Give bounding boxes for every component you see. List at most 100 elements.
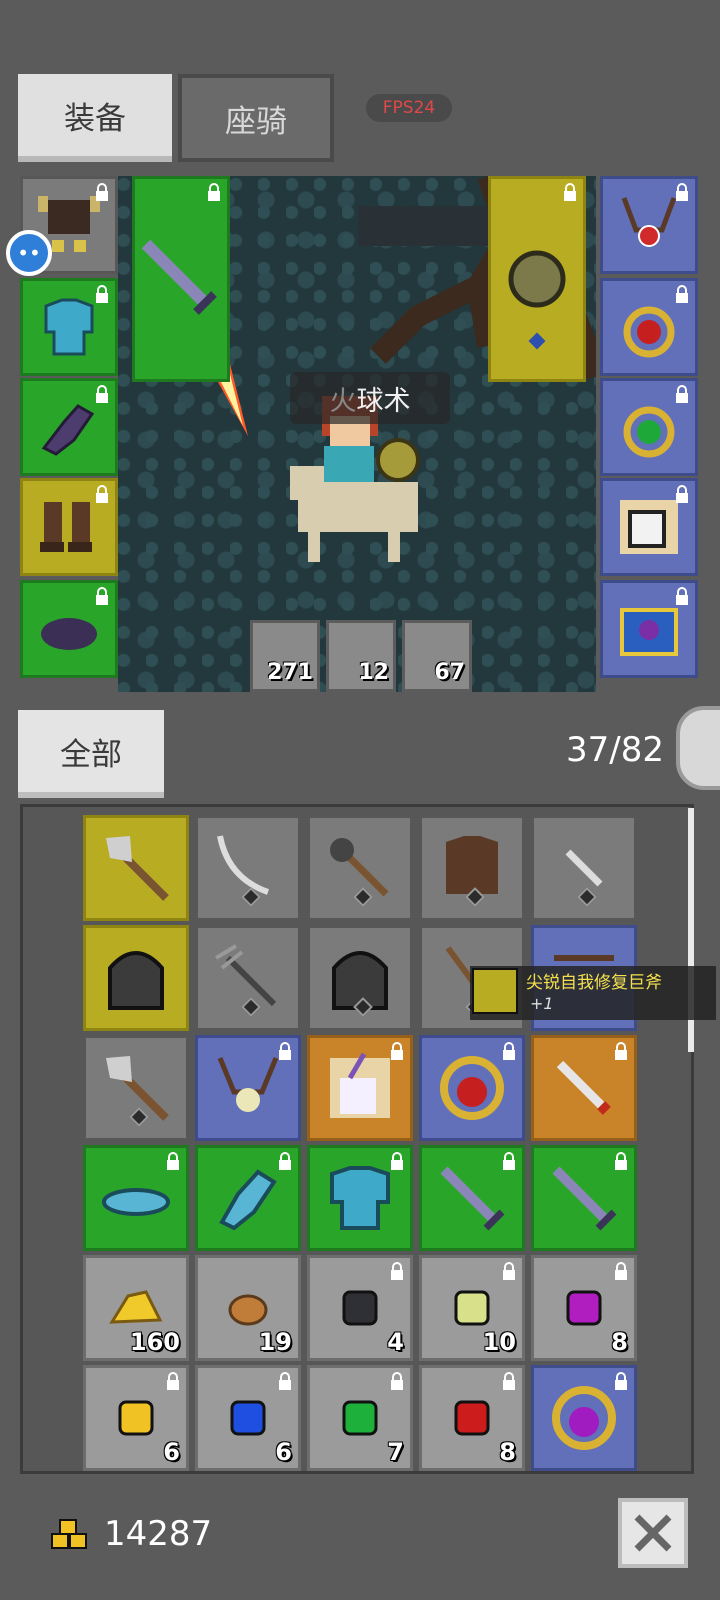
filter-all-button[interactable]: 全部 bbox=[18, 710, 164, 798]
item-tooltip: 尖锐自我修复巨斧 +1 bbox=[470, 966, 716, 1020]
lock-icon bbox=[279, 1152, 291, 1170]
slot-cloak[interactable] bbox=[20, 580, 118, 678]
fps-counter: FPS24 bbox=[366, 94, 452, 122]
slot-armor[interactable] bbox=[20, 278, 118, 376]
lock-icon bbox=[96, 587, 108, 605]
slot-pet-chest[interactable] bbox=[600, 580, 698, 678]
inventory-item[interactable] bbox=[83, 815, 189, 921]
lock-icon bbox=[503, 1262, 515, 1280]
lock-icon bbox=[615, 1152, 627, 1170]
inventory-item[interactable] bbox=[195, 1035, 301, 1141]
tab-mount[interactable]: 座骑 bbox=[178, 74, 334, 162]
pearl-necklace-icon bbox=[217, 1057, 279, 1112]
axe-icon bbox=[106, 836, 169, 901]
iron-helmet-icon bbox=[108, 951, 164, 1010]
lock-icon bbox=[391, 1262, 403, 1280]
inventory-item[interactable] bbox=[531, 1035, 637, 1141]
inventory-item[interactable]: 19 bbox=[195, 1255, 301, 1361]
lock-icon bbox=[96, 485, 108, 503]
purple-gem-icon bbox=[566, 1290, 602, 1326]
lock-icon bbox=[96, 183, 108, 201]
item-count: 6 bbox=[275, 1438, 292, 1466]
inventory-item[interactable] bbox=[195, 925, 301, 1031]
inventory-item[interactable] bbox=[83, 925, 189, 1031]
lock-icon bbox=[564, 183, 576, 201]
inventory-item[interactable] bbox=[531, 1365, 637, 1471]
ruby-ring-icon bbox=[440, 1056, 504, 1120]
lock-icon bbox=[208, 183, 220, 201]
inventory-item[interactable] bbox=[83, 1035, 189, 1141]
item-count: 6 bbox=[163, 1438, 180, 1466]
item-count: 8 bbox=[611, 1328, 628, 1356]
lock-icon bbox=[167, 1152, 179, 1170]
slot-boots[interactable] bbox=[20, 478, 118, 576]
purple-sword-icon bbox=[552, 1166, 617, 1231]
inventory-item[interactable]: 8 bbox=[419, 1365, 525, 1471]
slot-ring-1[interactable] bbox=[600, 278, 698, 376]
lock-icon bbox=[615, 1042, 627, 1060]
inventory-item[interactable] bbox=[419, 815, 525, 921]
ammo-count: 12 bbox=[358, 660, 389, 685]
lock-icon bbox=[391, 1152, 403, 1170]
ammo-slot-blue[interactable]: 67 bbox=[402, 620, 472, 692]
inventory-item[interactable]: 6 bbox=[195, 1365, 301, 1471]
tab-equipment[interactable]: 装备 bbox=[18, 74, 172, 162]
inventory-item[interactable] bbox=[307, 815, 413, 921]
ammo-slot-red[interactable]: 271 bbox=[250, 620, 320, 692]
lock-icon bbox=[676, 587, 688, 605]
item-count: 4 bbox=[387, 1328, 404, 1356]
lock-icon bbox=[615, 1262, 627, 1280]
tooltip-enhance-level: +1 bbox=[530, 994, 554, 1013]
close-button[interactable] bbox=[618, 1498, 688, 1568]
lock-icon bbox=[503, 1152, 515, 1170]
inventory-item[interactable] bbox=[307, 1035, 413, 1141]
slot-gloves[interactable] bbox=[20, 378, 118, 476]
bag-capacity: 37/82 bbox=[566, 730, 664, 770]
inventory-item[interactable] bbox=[419, 1145, 525, 1251]
slot-weapon[interactable] bbox=[132, 176, 230, 382]
inventory-item[interactable] bbox=[419, 1035, 525, 1141]
lock-icon bbox=[279, 1042, 291, 1060]
lock-icon bbox=[676, 285, 688, 303]
lock-icon bbox=[96, 385, 108, 403]
slot-ring-2[interactable] bbox=[600, 378, 698, 476]
lock-icon bbox=[615, 1372, 627, 1390]
ammo-count: 67 bbox=[434, 660, 465, 685]
lock-icon bbox=[96, 285, 108, 303]
item-count: 19 bbox=[258, 1328, 292, 1356]
yellow-gem-icon bbox=[118, 1400, 154, 1436]
inventory-item[interactable] bbox=[307, 925, 413, 1031]
ammo-slot-cyan[interactable]: 12 bbox=[326, 620, 396, 692]
lock-icon bbox=[503, 1372, 515, 1390]
slot-offhand[interactable] bbox=[488, 176, 586, 382]
inventory-item[interactable] bbox=[531, 1145, 637, 1251]
lock-icon bbox=[391, 1372, 403, 1390]
inventory-item[interactable]: 10 bbox=[419, 1255, 525, 1361]
close-icon bbox=[634, 1514, 672, 1552]
chat-bubble-icon[interactable]: •• bbox=[6, 230, 52, 276]
inventory-item[interactable] bbox=[195, 815, 301, 921]
lock-icon bbox=[676, 183, 688, 201]
gold-amount: 14287 bbox=[104, 1514, 213, 1554]
inventory-item[interactable]: 4 bbox=[307, 1255, 413, 1361]
slot-mount-card[interactable] bbox=[600, 478, 698, 576]
inventory-item[interactable]: 8 bbox=[531, 1255, 637, 1361]
gauntlet-icon bbox=[219, 1169, 277, 1231]
item-count: 8 bbox=[499, 1438, 516, 1466]
inventory-item[interactable]: 7 bbox=[307, 1365, 413, 1471]
inventory-item[interactable]: 160 bbox=[83, 1255, 189, 1361]
inventory-item[interactable] bbox=[83, 1145, 189, 1251]
inventory-grid[interactable]: 160 19 4 10 8 6 6 7 8 bbox=[20, 804, 694, 1474]
slot-necklace[interactable] bbox=[600, 176, 698, 274]
red-gem-icon bbox=[454, 1400, 490, 1436]
round-shield-icon bbox=[508, 250, 566, 350]
inventory-item[interactable] bbox=[531, 815, 637, 921]
inventory-item[interactable] bbox=[195, 1145, 301, 1251]
inventory-item[interactable]: 6 bbox=[83, 1365, 189, 1471]
lock-icon bbox=[503, 1042, 515, 1060]
penguin-icon[interactable] bbox=[676, 706, 720, 790]
lock-icon bbox=[676, 485, 688, 503]
inventory-item[interactable] bbox=[307, 1145, 413, 1251]
purple-sword-icon bbox=[440, 1166, 505, 1231]
lock-icon bbox=[279, 1372, 291, 1390]
